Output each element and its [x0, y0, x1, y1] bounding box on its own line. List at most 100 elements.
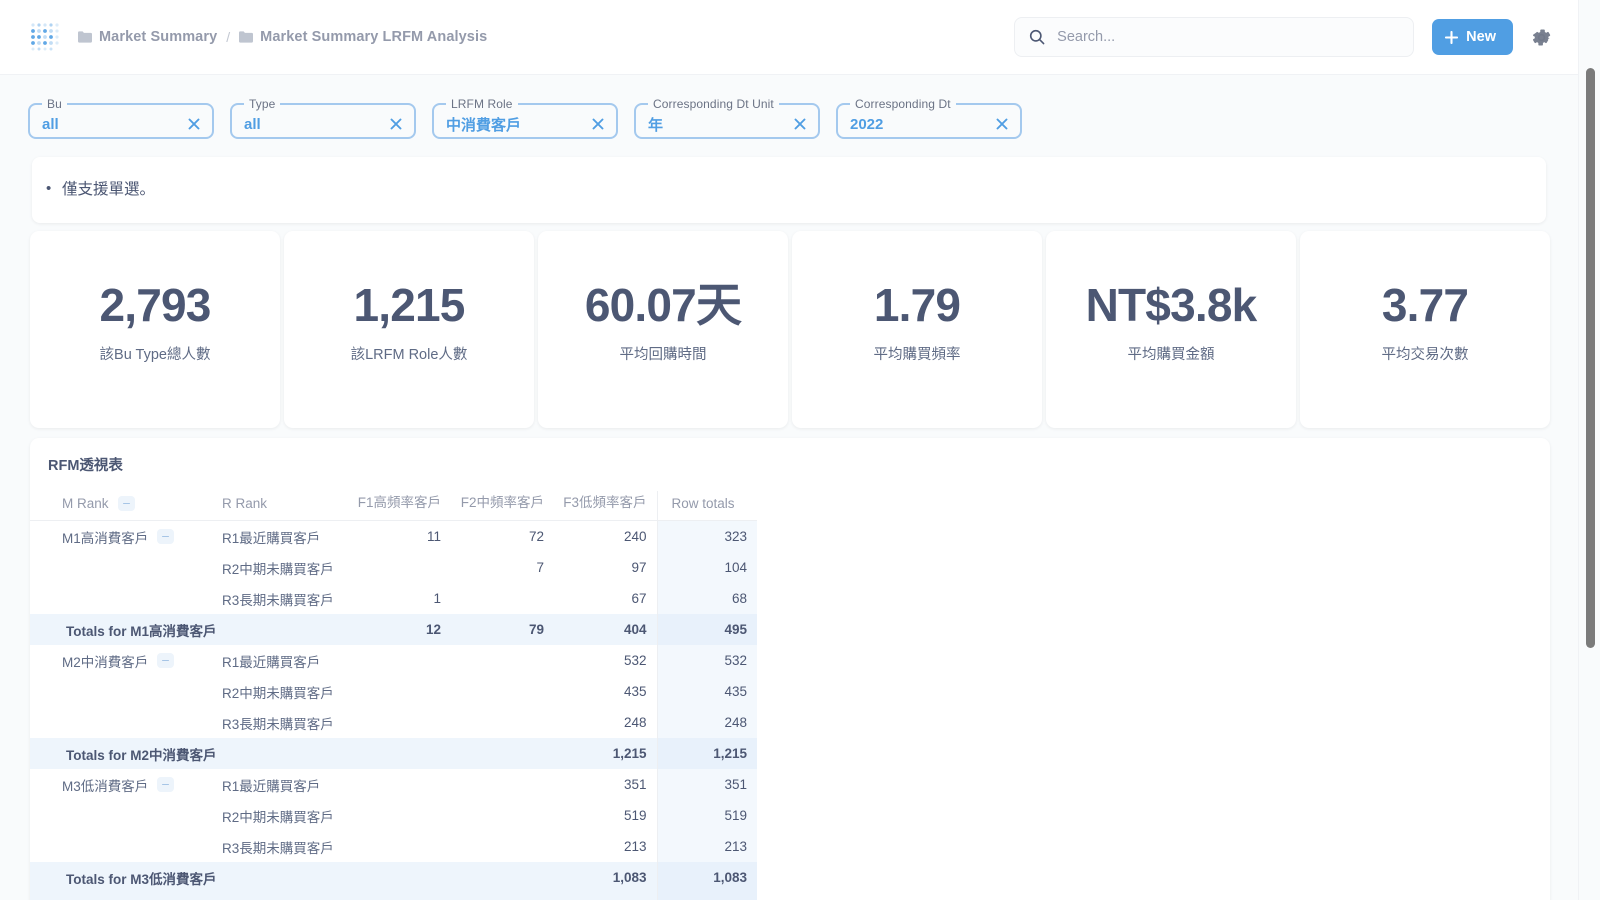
kpi-card-total-people[interactable]: 2,793 該Bu Type總人數 — [30, 231, 280, 428]
grand-total-row-total[interactable]: 2,793 — [656, 893, 757, 900]
row-group-label-m3[interactable]: M3低消費客戶 — [30, 769, 210, 800]
table-row[interactable]: M3低消費客戶 R1最近購買客戶 351 351 — [30, 769, 757, 800]
subtotal-f2[interactable] — [451, 862, 554, 893]
cell-f3[interactable]: 519 — [554, 800, 657, 831]
cell-f3[interactable]: 532 — [554, 645, 657, 676]
close-icon[interactable] — [994, 116, 1010, 132]
cell-row-total[interactable]: 248 — [656, 707, 757, 738]
grand-total-f3[interactable]: 2,702 — [554, 893, 657, 900]
metabase-dot-logo[interactable] — [28, 20, 62, 54]
cell-f1[interactable] — [348, 769, 451, 800]
table-row[interactable]: R3長期未購買客戶 213 213 — [30, 831, 757, 862]
cell-f2[interactable]: 72 — [451, 520, 554, 552]
grand-total-f2[interactable]: 79 — [451, 893, 554, 900]
cell-f1[interactable] — [348, 552, 451, 583]
search-bar[interactable] — [1014, 17, 1415, 57]
table-row[interactable]: R2中期未購買客戶 7 97 104 — [30, 552, 757, 583]
cell-row-total[interactable]: 351 — [656, 769, 757, 800]
subtotal-f2[interactable] — [451, 738, 554, 769]
cell-row-total[interactable]: 532 — [656, 645, 757, 676]
cell-f1[interactable]: 11 — [348, 520, 451, 552]
cell-f3[interactable]: 248 — [554, 707, 657, 738]
table-row[interactable]: M2中消費客戶 R1最近購買客戶 532 532 — [30, 645, 757, 676]
table-subtotal-row[interactable]: Totals for M1高消費客戶 12 79 404 495 — [30, 614, 757, 645]
row-group-label-m2[interactable]: M2中消費客戶 — [30, 645, 210, 676]
column-header-f3[interactable]: F3低頻率客戶 — [554, 491, 657, 521]
subtotal-f3[interactable]: 404 — [554, 614, 657, 645]
cell-f2[interactable] — [451, 800, 554, 831]
cell-row-total[interactable]: 435 — [656, 676, 757, 707]
row-group-label-m1[interactable]: M1高消費客戶 — [30, 521, 210, 553]
cell-f1[interactable] — [348, 645, 451, 676]
column-header-row-totals[interactable]: Row totals — [656, 491, 757, 521]
cell-row-total[interactable]: 104 — [656, 552, 757, 583]
cell-f2[interactable] — [451, 676, 554, 707]
cell-f1[interactable] — [348, 676, 451, 707]
cell-f3[interactable]: 351 — [554, 769, 657, 800]
table-grand-total-row[interactable]: Grand totals 12 79 2,702 2,793 — [30, 893, 757, 900]
table-subtotal-row[interactable]: Totals for M2中消費客戶 1,215 1,215 — [30, 738, 757, 769]
filter-lrfm-role[interactable]: LRFM Role 中消費客戶 — [432, 97, 618, 139]
filter-corresponding-dt-unit[interactable]: Corresponding Dt Unit 年 — [634, 97, 820, 139]
scrollbar-thumb[interactable] — [1586, 68, 1595, 648]
cell-f2[interactable] — [451, 583, 554, 614]
collapse-group-icon[interactable] — [157, 777, 175, 792]
subtotal-f1[interactable] — [348, 738, 451, 769]
cell-f2[interactable] — [451, 831, 554, 862]
cell-row-total[interactable]: 213 — [656, 831, 757, 862]
table-row[interactable]: M1高消費客戶 R1最近購買客戶 11 72 240 323 — [30, 520, 757, 553]
cell-row-total[interactable]: 323 — [656, 520, 757, 552]
filter-type[interactable]: Type all — [230, 97, 416, 139]
cell-f3[interactable]: 67 — [554, 583, 657, 614]
cell-f3[interactable]: 213 — [554, 831, 657, 862]
cell-row-total[interactable]: 519 — [656, 800, 757, 831]
kpi-card-avg-purchase-amount[interactable]: NT$3.8k 平均購買金額 — [1046, 231, 1296, 428]
table-row[interactable]: R2中期未購買客戶 435 435 — [30, 676, 757, 707]
subtotal-row-total[interactable]: 1,215 — [656, 738, 757, 769]
close-icon[interactable] — [590, 116, 606, 132]
column-header-m-rank[interactable]: M Rank — [30, 491, 210, 521]
table-row[interactable]: R3長期未購買客戶 1 67 68 — [30, 583, 757, 614]
cell-f2[interactable] — [451, 769, 554, 800]
cell-f2[interactable] — [451, 707, 554, 738]
collapse-m-rank-icon[interactable] — [117, 496, 135, 511]
breadcrumb-item-collection[interactable]: Market Summary — [78, 29, 217, 45]
kpi-card-lrfm-role-people[interactable]: 1,215 該LRFM Role人數 — [284, 231, 534, 428]
column-header-f2[interactable]: F2中頻率客戶 — [451, 491, 554, 521]
column-header-f1[interactable]: F1高頻率客戶 — [348, 491, 451, 521]
close-icon[interactable] — [186, 116, 202, 132]
subtotal-row-total[interactable]: 1,083 — [656, 862, 757, 893]
collapse-group-icon[interactable] — [157, 529, 175, 544]
collapse-group-icon[interactable] — [157, 653, 175, 668]
subtotal-row-total[interactable]: 495 — [656, 614, 757, 645]
column-header-r-rank[interactable]: R Rank — [210, 491, 348, 521]
cell-f1[interactable] — [348, 831, 451, 862]
subtotal-f1[interactable]: 12 — [348, 614, 451, 645]
close-icon[interactable] — [388, 116, 404, 132]
table-row[interactable]: R3長期未購買客戶 248 248 — [30, 707, 757, 738]
subtotal-f1[interactable] — [348, 862, 451, 893]
cell-row-total[interactable]: 68 — [656, 583, 757, 614]
filter-corresponding-dt[interactable]: Corresponding Dt 2022 — [836, 97, 1022, 139]
breadcrumb-item-dashboard[interactable]: Market Summary LRFM Analysis — [239, 29, 487, 45]
cell-f2[interactable] — [451, 645, 554, 676]
grand-total-f1[interactable]: 12 — [348, 893, 451, 900]
table-subtotal-row[interactable]: Totals for M3低消費客戶 1,083 1,083 — [30, 862, 757, 893]
filter-bu[interactable]: Bu all — [28, 97, 214, 139]
cell-f3[interactable]: 97 — [554, 552, 657, 583]
subtotal-f2[interactable]: 79 — [451, 614, 554, 645]
cell-f2[interactable]: 7 — [451, 552, 554, 583]
cell-f1[interactable]: 1 — [348, 583, 451, 614]
search-input[interactable] — [1057, 29, 1400, 45]
close-icon[interactable] — [792, 116, 808, 132]
table-row[interactable]: R2中期未購買客戶 519 519 — [30, 800, 757, 831]
settings-button[interactable] — [1531, 27, 1552, 48]
cell-f3[interactable]: 435 — [554, 676, 657, 707]
cell-f1[interactable] — [348, 800, 451, 831]
subtotal-f3[interactable]: 1,083 — [554, 862, 657, 893]
cell-f1[interactable] — [348, 707, 451, 738]
kpi-card-avg-purchase-frequency[interactable]: 1.79 平均購買頻率 — [792, 231, 1042, 428]
subtotal-f3[interactable]: 1,215 — [554, 738, 657, 769]
kpi-card-avg-transaction-count[interactable]: 3.77 平均交易次數 — [1300, 231, 1550, 428]
cell-f3[interactable]: 240 — [554, 520, 657, 552]
